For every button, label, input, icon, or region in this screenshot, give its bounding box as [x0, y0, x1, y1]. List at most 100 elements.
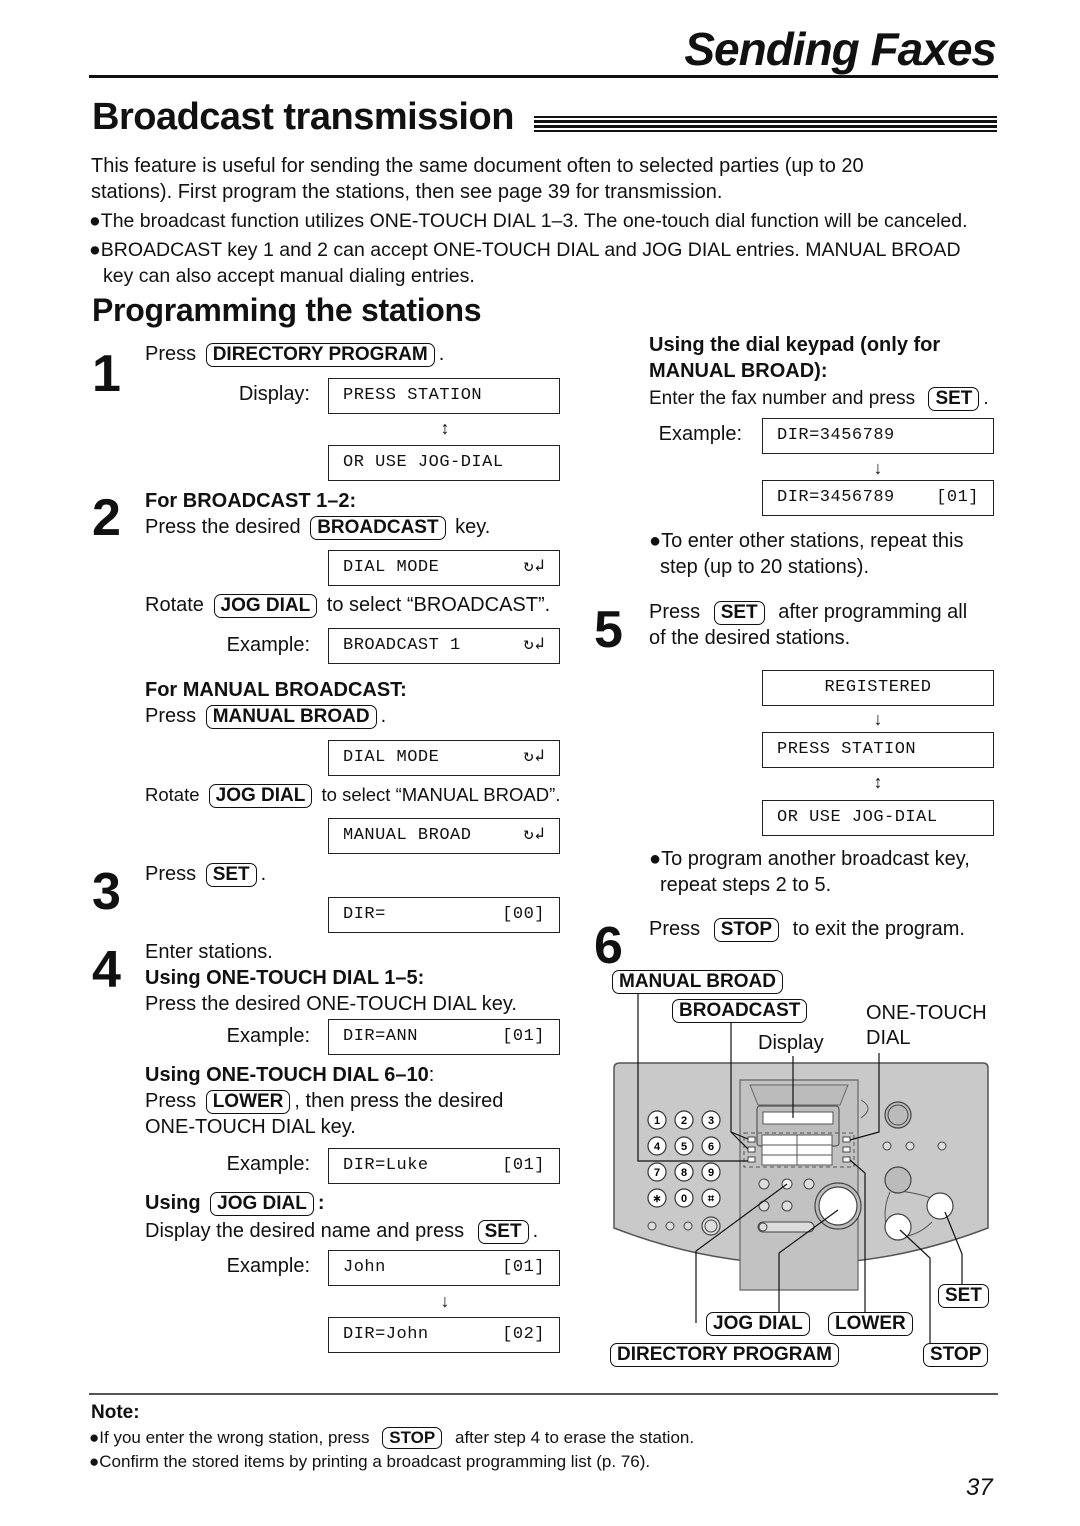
- up-down-arrow-icon: ↕: [873, 772, 883, 792]
- subsection-title: Programming the stations: [92, 292, 482, 328]
- directory-program-key[interactable]: DIRECTORY PROGRAM: [205, 343, 435, 367]
- lcd-text: MANUAL BROAD: [343, 826, 472, 845]
- panel-button: [882, 1141, 892, 1151]
- title-decoration: [534, 116, 997, 132]
- text: Enter the fax number and press: [649, 388, 916, 409]
- text: :: [317, 1192, 325, 1214]
- example-label: Example:: [226, 1153, 310, 1175]
- set-key[interactable]: SET: [205, 863, 257, 887]
- slot-button-end: [758, 1222, 768, 1232]
- fax-control-panel-diagram: 1 2 3 4 5 6 7 8 9 ∗ 0 ⌗ MANUAL BROAD BRO…: [600, 960, 1000, 1370]
- stop-callout: STOP: [923, 1343, 989, 1367]
- lcd-display: DIR= [00]: [328, 897, 560, 933]
- text: Using the dial keypad (only for: [649, 334, 941, 356]
- text: ONE-TOUCH DIAL key.: [145, 1116, 356, 1138]
- one-touch-6-10-heading: Using ONE-TOUCH DIAL 6–10:: [145, 1062, 434, 1088]
- panel-button: [905, 1141, 915, 1151]
- set-key[interactable]: SET: [928, 387, 980, 411]
- lcd-text: [01]: [936, 488, 979, 507]
- lcd-text: OR USE JOG-DIAL: [343, 453, 504, 472]
- keypad-key-label: 5: [681, 1141, 687, 1153]
- note-line: ●Confirm the stored items by printing a …: [89, 1452, 651, 1471]
- example-label: Example:: [658, 423, 742, 445]
- lcd-text: DIR=: [343, 905, 386, 924]
- lcd-display: DIAL MODE ↻↲: [328, 550, 560, 586]
- down-arrow-icon: ↓: [873, 458, 883, 478]
- bullet-item: ●BROADCAST key 1 and 2 can accept ONE-TO…: [89, 239, 961, 261]
- text: MANUAL BROAD):: [649, 360, 828, 382]
- step5-instruction: Press SET after programming all of the d…: [649, 599, 967, 651]
- intro-line: stations). First program the stations, t…: [91, 181, 723, 203]
- text: ●If you enter the wrong station, press: [89, 1428, 370, 1447]
- step2-instruction: Press the desired BROADCAST key.: [145, 514, 490, 540]
- lcd-text: REGISTERED: [824, 678, 932, 697]
- stop-key[interactable]: STOP: [713, 918, 780, 942]
- step-number: 3: [92, 863, 121, 921]
- rotate-icon: ↻↲: [523, 826, 545, 845]
- broadcast-key[interactable]: BROADCAST: [310, 516, 446, 540]
- set-callout: SET: [938, 1284, 989, 1308]
- text: to exit the program.: [792, 918, 965, 940]
- broadcast-button-2: [747, 1146, 756, 1153]
- jog-dial-key[interactable]: JOG DIAL: [210, 1192, 314, 1216]
- lcd-text: [02]: [502, 1325, 545, 1344]
- display-screen: [762, 1111, 834, 1125]
- stop-key[interactable]: STOP: [382, 1427, 443, 1449]
- set-key[interactable]: SET: [477, 1220, 529, 1244]
- set-key[interactable]: SET: [713, 601, 765, 625]
- rotate-instruction: Rotate JOG DIAL to select “BROADCAST”.: [145, 592, 550, 618]
- lcd-display: DIR=3456789: [762, 418, 994, 454]
- lcd-display: OR USE JOG-DIAL: [762, 800, 994, 836]
- step1-instruction: Press DIRECTORY PROGRAM.: [145, 341, 444, 367]
- one-touch-1-5-text: Press the desired ONE-TOUCH DIAL key.: [145, 993, 517, 1015]
- step-number: 2: [92, 489, 121, 547]
- keypad-key-label: 1: [654, 1115, 660, 1127]
- down-arrow-icon: ↓: [873, 709, 883, 729]
- panel-button: [803, 1178, 815, 1190]
- jog-dial-key[interactable]: JOG DIAL: [213, 594, 318, 618]
- lcd-text: OR USE JOG-DIAL: [777, 808, 938, 827]
- lcd-display: PRESS STATION: [328, 378, 560, 414]
- panel-button: [758, 1200, 770, 1212]
- step2-heading: For BROADCAST 1–2:: [145, 490, 357, 512]
- rotate-icon: ↻↲: [523, 636, 545, 655]
- text: ●To enter other stations, repeat this: [649, 530, 964, 552]
- keypad-key-label: 4: [654, 1141, 661, 1153]
- lcd-text: [00]: [502, 905, 545, 924]
- keypad-key-label: 3: [708, 1115, 714, 1127]
- lcd-display: DIAL MODE ↻↲: [328, 740, 560, 776]
- lower-key[interactable]: LOWER: [205, 1090, 291, 1114]
- text: to select “BROADCAST”.: [326, 594, 551, 616]
- text: to select “MANUAL BROAD”.: [321, 784, 561, 805]
- step3-instruction: Press SET.: [145, 861, 266, 887]
- text: DIAL: [866, 1027, 911, 1049]
- step-number: 4: [92, 941, 121, 999]
- jog-dial-key[interactable]: JOG DIAL: [208, 784, 313, 808]
- example-label: Example:: [226, 1255, 310, 1277]
- note-line: ●If you enter the wrong station, press S…: [89, 1426, 694, 1450]
- lcd-text: DIAL MODE: [343, 558, 440, 577]
- keypad-key-label: 8: [681, 1167, 687, 1179]
- jog-dial-heading: Using JOG DIAL:: [145, 1190, 325, 1216]
- text: Press: [145, 705, 197, 727]
- display-callout-label: Display: [758, 1032, 824, 1054]
- step6-instruction: Press STOP to exit the program.: [649, 916, 965, 942]
- lcd-display: DIR=3456789 [01]: [762, 480, 994, 516]
- manual-broad-callout: MANUAL BROAD: [612, 970, 783, 994]
- text: Rotate: [145, 784, 200, 805]
- keypad-key-label: 0: [681, 1193, 687, 1205]
- jog-dial-text: Display the desired name and press SET.: [145, 1218, 538, 1244]
- intro-bullets: ●The broadcast function utilizes ONE-TOU…: [89, 208, 968, 289]
- lcd-text: DIAL MODE: [343, 748, 440, 767]
- lcd-display: REGISTERED: [762, 670, 994, 706]
- step-number: 1: [92, 345, 121, 403]
- keypad-key-label: 6: [708, 1141, 714, 1153]
- manual-broad-button: [747, 1156, 756, 1163]
- page-number: 37: [966, 1474, 993, 1501]
- manual-instruction: Press MANUAL BROAD.: [145, 703, 386, 729]
- program-another-note: ●To program another broadcast key, repea…: [649, 846, 970, 898]
- manual-broad-key[interactable]: MANUAL BROAD: [205, 705, 377, 729]
- step-number: 5: [594, 601, 623, 659]
- one-touch-6-10-text: Press LOWER, then press the desired ONE-…: [145, 1088, 503, 1140]
- text: Using ONE-TOUCH DIAL 6–10: [145, 1064, 429, 1086]
